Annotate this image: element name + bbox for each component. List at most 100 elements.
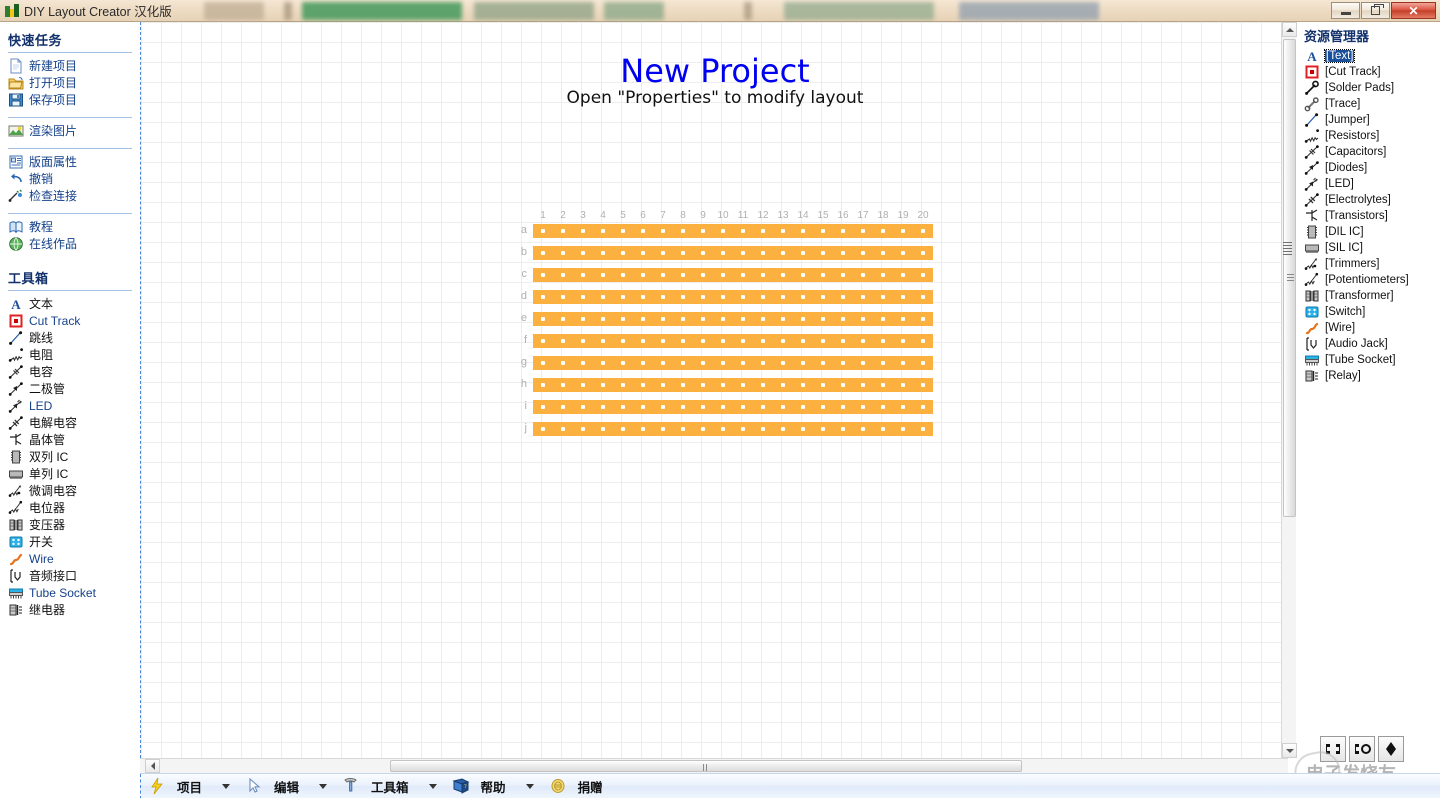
breadboard-hole[interactable] bbox=[781, 427, 785, 431]
breadboard-hole[interactable] bbox=[621, 361, 625, 365]
breadboard-hole[interactable] bbox=[541, 383, 545, 387]
breadboard-hole[interactable] bbox=[581, 229, 585, 233]
breadboard-hole[interactable] bbox=[541, 229, 545, 233]
breadboard-hole[interactable] bbox=[721, 295, 725, 299]
breadboard-hole[interactable] bbox=[601, 427, 605, 431]
scroll-up-button[interactable] bbox=[1282, 22, 1297, 37]
breadboard-hole[interactable] bbox=[761, 427, 765, 431]
breadboard-hole[interactable] bbox=[781, 317, 785, 321]
breadboard-row[interactable]: b bbox=[521, 246, 933, 260]
breadboard-hole[interactable] bbox=[561, 361, 565, 365]
align-left-right-button[interactable] bbox=[1320, 736, 1346, 762]
breadboard-strip[interactable] bbox=[533, 268, 933, 282]
breadboard-hole[interactable] bbox=[901, 229, 905, 233]
breadboard-hole[interactable] bbox=[601, 339, 605, 343]
sidebar-item-save-project[interactable]: 保存项目 bbox=[0, 91, 140, 108]
breadboard-hole[interactable] bbox=[861, 229, 865, 233]
breadboard-hole[interactable] bbox=[801, 317, 805, 321]
breadboard-hole[interactable] bbox=[701, 427, 705, 431]
breadboard-row[interactable]: e bbox=[521, 312, 933, 326]
sidebar-item-open-project[interactable]: 打开项目 bbox=[0, 74, 140, 91]
breadboard-hole[interactable] bbox=[641, 273, 645, 277]
breadboard-hole[interactable] bbox=[921, 317, 925, 321]
menu-project[interactable]: 项目 bbox=[143, 774, 240, 798]
breadboard-hole[interactable] bbox=[601, 361, 605, 365]
breadboard-strip[interactable] bbox=[533, 312, 933, 326]
breadboard-hole[interactable] bbox=[681, 383, 685, 387]
menu-help[interactable]: ? 帮助 bbox=[447, 774, 544, 798]
resource-item-transformer[interactable]: [Transformer] bbox=[1300, 288, 1440, 304]
breadboard-hole[interactable] bbox=[761, 317, 765, 321]
breadboard-hole[interactable] bbox=[681, 295, 685, 299]
breadboard-hole[interactable] bbox=[761, 383, 765, 387]
breadboard-hole[interactable] bbox=[581, 383, 585, 387]
breadboard-hole[interactable] bbox=[821, 317, 825, 321]
breadboard-hole[interactable] bbox=[561, 427, 565, 431]
resource-item-sil-ic[interactable]: [SIL IC] bbox=[1300, 240, 1440, 256]
breadboard-hole[interactable] bbox=[681, 317, 685, 321]
minimize-button[interactable] bbox=[1331, 2, 1360, 19]
resource-item-trimmers[interactable]: [Trimmers] bbox=[1300, 256, 1440, 272]
breadboard-hole[interactable] bbox=[801, 361, 805, 365]
breadboard-hole[interactable] bbox=[661, 427, 665, 431]
breadboard-hole[interactable] bbox=[801, 383, 805, 387]
sidebar-item-tutorial[interactable]: 教程 bbox=[0, 218, 140, 235]
breadboard-hole[interactable] bbox=[621, 317, 625, 321]
breadboard-hole[interactable] bbox=[681, 229, 685, 233]
breadboard-row[interactable]: f bbox=[524, 334, 933, 348]
breadboard-strip[interactable] bbox=[533, 246, 933, 260]
breadboard-hole[interactable] bbox=[761, 295, 765, 299]
breadboard-hole[interactable] bbox=[761, 229, 765, 233]
breadboard-hole[interactable] bbox=[581, 295, 585, 299]
breadboard-hole[interactable] bbox=[741, 427, 745, 431]
breadboard-hole[interactable] bbox=[581, 427, 585, 431]
sidebar-item-new-project[interactable]: 新建项目 bbox=[0, 57, 140, 74]
breadboard-hole[interactable] bbox=[921, 273, 925, 277]
breadboard-hole[interactable] bbox=[541, 317, 545, 321]
breadboard-hole[interactable] bbox=[621, 427, 625, 431]
chevron-down-icon[interactable] bbox=[525, 783, 534, 789]
breadboard-hole[interactable] bbox=[821, 405, 825, 409]
breadboard-hole[interactable] bbox=[901, 295, 905, 299]
toolbox-item-capacitor[interactable]: 电容 bbox=[0, 363, 140, 380]
breadboard-hole[interactable] bbox=[881, 383, 885, 387]
breadboard-hole[interactable] bbox=[721, 317, 725, 321]
breadboard-hole[interactable] bbox=[641, 405, 645, 409]
breadboard-hole[interactable] bbox=[541, 339, 545, 343]
breadboard-hole[interactable] bbox=[841, 405, 845, 409]
breadboard-hole[interactable] bbox=[921, 383, 925, 387]
breadboard-hole[interactable] bbox=[641, 229, 645, 233]
breadboard-hole[interactable] bbox=[601, 251, 605, 255]
breadboard-strip[interactable] bbox=[533, 290, 933, 304]
breadboard-hole[interactable] bbox=[641, 251, 645, 255]
breadboard-hole[interactable] bbox=[901, 427, 905, 431]
breadboard-hole[interactable] bbox=[541, 251, 545, 255]
breadboard-hole[interactable] bbox=[841, 251, 845, 255]
resource-item-diodes[interactable]: [Diodes] bbox=[1300, 160, 1440, 176]
align-center-button[interactable] bbox=[1349, 736, 1375, 762]
breadboard-strip[interactable] bbox=[533, 422, 933, 436]
project-subtitle-text[interactable]: Open "Properties" to modify layout bbox=[141, 88, 1288, 108]
breadboard-hole[interactable] bbox=[541, 405, 545, 409]
breadboard-hole[interactable] bbox=[821, 427, 825, 431]
scroll-down-button[interactable] bbox=[1282, 743, 1297, 758]
chevron-down-icon[interactable] bbox=[222, 783, 231, 789]
breadboard-hole[interactable] bbox=[781, 339, 785, 343]
breadboard-hole[interactable] bbox=[581, 405, 585, 409]
breadboard-hole[interactable] bbox=[641, 427, 645, 431]
breadboard-hole[interactable] bbox=[621, 295, 625, 299]
breadboard-hole[interactable] bbox=[761, 273, 765, 277]
breadboard-hole[interactable] bbox=[721, 427, 725, 431]
breadboard-hole[interactable] bbox=[881, 317, 885, 321]
resource-item-potentiometers[interactable]: [Potentiometers] bbox=[1300, 272, 1440, 288]
breadboard-hole[interactable] bbox=[661, 295, 665, 299]
breadboard-hole[interactable] bbox=[641, 383, 645, 387]
breadboard-hole[interactable] bbox=[601, 383, 605, 387]
resource-item-capacitors[interactable]: [Capacitors] bbox=[1300, 144, 1440, 160]
breadboard-row[interactable]: c bbox=[522, 268, 933, 282]
breadboard-hole[interactable] bbox=[881, 361, 885, 365]
breadboard-hole[interactable] bbox=[621, 229, 625, 233]
breadboard-hole[interactable] bbox=[921, 251, 925, 255]
breadboard-row[interactable]: j bbox=[525, 422, 933, 436]
breadboard-hole[interactable] bbox=[921, 229, 925, 233]
